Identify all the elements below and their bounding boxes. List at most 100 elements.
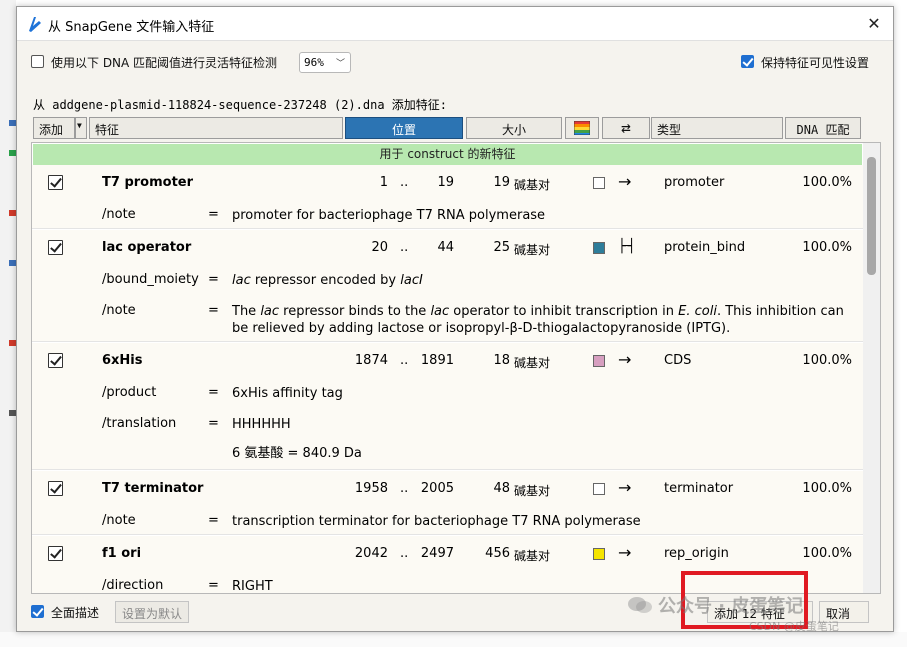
background-app-bottom — [0, 632, 907, 647]
feature-end: 2497 — [420, 546, 454, 561]
feature-type: protein_bind — [664, 240, 746, 255]
threshold-value: 96% — [304, 56, 324, 69]
qualifier-eq: = — [208, 385, 219, 400]
feature-row-lac-operator[interactable]: lac operator 20 .. 44 25 碱基对 ├─┤ protein… — [32, 230, 864, 342]
feature-checkbox[interactable] — [48, 353, 63, 368]
arrow-right-icon[interactable]: → — [618, 172, 631, 191]
qualifier-key: /note — [102, 207, 136, 222]
range-dots: .. — [400, 353, 409, 368]
feature-type: promoter — [664, 175, 725, 190]
feature-column-header[interactable]: 特征 — [89, 117, 343, 139]
feature-end: 19 — [437, 175, 454, 190]
feature-match: 100.0% — [802, 481, 852, 496]
feature-start: 1 — [379, 175, 388, 190]
feature-start: 2042 — [354, 546, 388, 561]
feature-name: lac operator — [102, 240, 192, 255]
feature-row-t7-promoter[interactable]: T7 promoter 1 .. 19 19 碱基对 → promoter 10… — [32, 165, 864, 229]
type-col-label: 类型 — [657, 123, 682, 137]
wechat-logo-icon — [628, 597, 652, 613]
feature-row-t7-terminator[interactable]: T7 terminator 1958 .. 2005 48 碱基对 → term… — [32, 471, 864, 535]
qualifier-eq: = — [208, 513, 219, 528]
size-column-header[interactable]: 大小 — [466, 117, 562, 139]
qualifier-key: /note — [102, 513, 136, 528]
feature-name: T7 promoter — [102, 175, 194, 190]
feature-color-swatch[interactable] — [593, 177, 605, 189]
qualifier-value: HHHHHH — [232, 417, 291, 432]
feature-type: CDS — [664, 353, 692, 368]
length-unit: 碱基对 — [514, 549, 551, 563]
feature-length: 25 — [493, 240, 510, 255]
bg-tick — [9, 340, 16, 346]
bg-tick — [9, 120, 16, 126]
bidirectional-bar-icon[interactable]: ├─┤ — [618, 239, 636, 254]
set-default-button[interactable]: 设置为默认 — [115, 601, 190, 623]
qualifier-eq: = — [208, 207, 219, 222]
feature-length: 48 — [493, 481, 510, 496]
title-bar: 从 SnapGene 文件输入特征 ✕ — [17, 7, 893, 41]
feature-length: 19 — [493, 175, 510, 190]
length-unit: 碱基对 — [514, 356, 551, 370]
feature-color-swatch[interactable] — [593, 242, 605, 254]
feature-start: 1958 — [354, 481, 388, 496]
feature-list[interactable]: 用于 construct 的新特征 T7 promoter 1 .. 19 19… — [31, 142, 881, 594]
add-dropdown-button[interactable]: ▼ — [75, 117, 87, 139]
length-unit: 碱基对 — [514, 178, 551, 192]
keep-visibility-label: 保持特征可见性设置 — [761, 56, 870, 70]
feature-type: rep_origin — [664, 546, 729, 561]
qualifier-key: /translation — [102, 416, 177, 431]
feature-checkbox[interactable] — [48, 240, 63, 255]
dropdown-arrow-icon: ▼ — [77, 121, 82, 130]
qualifier-key: /note — [102, 303, 136, 318]
feature-checkbox[interactable] — [48, 481, 63, 496]
feature-length: 18 — [493, 353, 510, 368]
range-dots: .. — [400, 240, 409, 255]
close-icon[interactable]: ✕ — [863, 13, 885, 35]
color-column-header[interactable] — [565, 117, 599, 139]
feature-checkbox[interactable] — [48, 175, 63, 190]
size-col-label: 大小 — [501, 123, 526, 137]
bg-tick — [9, 260, 16, 266]
snapgene-app-icon — [29, 17, 41, 32]
feature-match: 100.0% — [802, 546, 852, 561]
feature-type: terminator — [664, 481, 734, 496]
dna-match-column-header[interactable]: DNA 匹配 — [785, 117, 861, 139]
window-title: 从 SnapGene 文件输入特征 — [48, 20, 215, 35]
feature-color-swatch[interactable] — [593, 355, 605, 367]
full-description-checkbox[interactable] — [31, 605, 44, 618]
scrollbar-thumb[interactable] — [867, 157, 876, 275]
qualifier-value: 6xHis affinity tag — [232, 386, 343, 401]
qualifier-value: promoter for bacteriophage T7 RNA polyme… — [232, 208, 546, 223]
color-palette-icon — [573, 120, 591, 136]
flex-detect-checkbox[interactable] — [31, 55, 44, 68]
feature-color-swatch[interactable] — [593, 483, 605, 495]
qualifier-eq: = — [208, 272, 219, 287]
range-dots: .. — [400, 546, 409, 561]
feature-name: f1 ori — [102, 546, 142, 561]
keep-visibility-checkbox[interactable] — [741, 55, 754, 68]
add-column-button[interactable]: 添加 — [33, 117, 75, 139]
import-features-dialog: 从 SnapGene 文件输入特征 ✕ 使用以下 DNA 匹配阈值进行灵活特征检… — [16, 6, 894, 632]
new-features-banner: 用于 construct 的新特征 — [33, 144, 862, 165]
qualifier-value: The lac repressor binds to the lac opera… — [232, 304, 844, 336]
feature-start: 20 — [371, 240, 388, 255]
arrow-right-icon[interactable]: → — [618, 350, 631, 369]
feature-end: 2005 — [420, 481, 454, 496]
threshold-select[interactable]: 96% ﹀ — [299, 52, 351, 73]
position-column-header[interactable]: 位置 — [345, 117, 463, 139]
arrow-right-icon[interactable]: → — [618, 543, 631, 562]
feature-match: 100.0% — [802, 175, 852, 190]
vertical-scrollbar[interactable] — [863, 143, 880, 593]
feature-length: 456 — [485, 546, 510, 561]
arrow-right-icon[interactable]: → — [618, 478, 631, 497]
source-file-line: 从 addgene-plasmid-118824-sequence-237248… — [33, 98, 448, 112]
feature-checkbox[interactable] — [48, 546, 63, 561]
bg-tick — [9, 410, 16, 416]
feature-color-swatch[interactable] — [593, 548, 605, 560]
qualifier-eq: = — [208, 578, 219, 593]
type-column-header[interactable]: 类型 — [651, 117, 783, 139]
range-dots: .. — [400, 175, 409, 190]
qualifier-value: lac repressor encoded by lacI — [232, 273, 423, 288]
feature-row-6xhis[interactable]: 6xHis 1874 .. 1891 18 碱基对 → CDS 100.0% /… — [32, 343, 864, 470]
length-unit: 碱基对 — [514, 484, 551, 498]
direction-column-header[interactable]: ⇄ — [602, 117, 650, 139]
